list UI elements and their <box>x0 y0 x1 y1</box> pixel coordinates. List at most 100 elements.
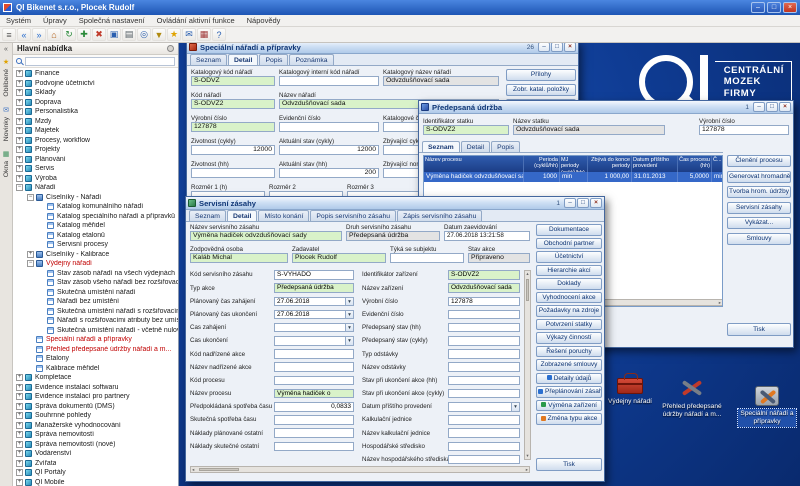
tree-item[interactable]: Servis <box>13 164 178 174</box>
field-input[interactable]: S-ODVZ <box>191 76 275 86</box>
tab-oblibene[interactable]: ★ Oblíbené <box>3 59 10 97</box>
tree-expander-icon[interactable] <box>16 89 23 96</box>
close-button[interactable]: × <box>779 102 791 112</box>
back-icon[interactable]: « <box>17 28 31 41</box>
dropdown-arrow-icon[interactable] <box>345 324 353 332</box>
desktop-icon-specialni-naradi[interactable]: Speciální nářadí a přípravky <box>738 386 796 427</box>
tab-novinky[interactable]: ✉ Novinky <box>3 107 10 141</box>
minimize-button[interactable]: – <box>753 102 765 112</box>
side-button[interactable]: Hierarchie akcí <box>536 265 602 277</box>
side-button[interactable]: Obchodní partner <box>536 238 602 250</box>
field-value[interactable] <box>448 362 520 372</box>
field-value[interactable]: Odvzdušňovací sada <box>448 283 520 293</box>
tree-item[interactable]: Nářadí <box>13 183 178 193</box>
field-value[interactable] <box>274 428 354 438</box>
tab[interactable]: Detail <box>228 54 259 65</box>
tree-expander-icon[interactable] <box>27 251 34 258</box>
fields-vertical-scrollbar[interactable] <box>524 270 531 460</box>
field-input[interactable]: 12000 <box>279 145 379 155</box>
maximize-button[interactable]: □ <box>767 2 781 13</box>
tree-expander-icon[interactable] <box>16 70 23 77</box>
field-value[interactable]: S-ODVZ2 <box>448 270 520 280</box>
field-value[interactable]: 27.06.2018 <box>274 297 354 307</box>
field-value[interactable] <box>274 336 354 346</box>
field-input[interactable]: Kaláb Michal <box>190 253 288 263</box>
tree-item[interactable]: Kompletace <box>13 373 178 383</box>
close-button[interactable]: × <box>590 198 602 208</box>
tree-item[interactable]: QI Portály <box>13 468 178 478</box>
desktop-icon-prehled-udrzby[interactable]: Přehled předepsané údržby nářadí a m... <box>660 377 724 420</box>
tree-expander-icon[interactable] <box>16 412 23 419</box>
side-button[interactable]: Přeplánování zásahu <box>536 386 602 398</box>
close-button[interactable]: × <box>783 2 797 13</box>
side-button[interactable]: Účetnictví <box>536 251 602 263</box>
tree-item[interactable]: Správa dokumentů (DMS) <box>13 402 178 412</box>
field-value[interactable] <box>448 442 520 452</box>
field-value[interactable] <box>448 389 520 399</box>
field-input[interactable] <box>279 76 379 86</box>
maximize-button[interactable]: □ <box>766 102 778 112</box>
side-button[interactable]: Zobr. katal. položky <box>506 84 576 96</box>
tree-item[interactable]: Doprava <box>13 98 178 108</box>
tree-item[interactable]: Správa nemovitostí <box>13 430 178 440</box>
tree-expander-icon[interactable] <box>16 80 23 87</box>
tree-expander-icon[interactable] <box>16 403 23 410</box>
tree-expander-icon[interactable] <box>16 137 23 144</box>
dropdown-arrow-icon[interactable] <box>345 311 353 319</box>
tab[interactable]: Poznámka <box>289 54 333 65</box>
tree-item[interactable]: Číselníky - Nářadí <box>13 193 178 203</box>
tree-item[interactable]: Servisní procesy <box>13 240 178 250</box>
tree-item[interactable]: Skutečná umístění nářadí <box>13 288 178 298</box>
tree-expander-icon[interactable] <box>27 194 34 201</box>
new-record-icon[interactable]: ✚ <box>77 28 91 41</box>
column-header[interactable]: Č... <box>712 156 723 172</box>
tab[interactable]: Zápis servisního zásahu <box>397 210 482 221</box>
field-value[interactable] <box>448 428 520 438</box>
field-input[interactable]: 12000 <box>191 145 275 155</box>
menu-icon[interactable]: ≡ <box>2 28 16 41</box>
field-value[interactable] <box>448 349 520 359</box>
menu-item[interactable]: Úpravy <box>37 16 73 25</box>
side-button[interactable]: Vyhodnocení akce <box>536 292 602 304</box>
field-value[interactable]: Výměna hadiček o <box>274 389 354 399</box>
tree-expander-icon[interactable] <box>16 441 23 448</box>
minimize-button[interactable]: – <box>751 2 765 13</box>
tree-item[interactable]: Katalog etalonů <box>13 231 178 241</box>
field-value[interactable] <box>274 362 354 372</box>
tab[interactable]: Detail <box>461 141 490 152</box>
tree-item[interactable]: Skutečná umístění nářadí s rozšiřovacím.… <box>13 307 178 317</box>
tree-item[interactable]: Personalistika <box>13 107 178 117</box>
field-input[interactable]: S-ODVZ2 <box>423 125 509 135</box>
field-value[interactable]: 0,0833 <box>274 402 354 412</box>
side-button[interactable]: Požadavky na zdroje <box>536 305 602 317</box>
forward-icon[interactable]: » <box>32 28 46 41</box>
field-input[interactable]: 200 <box>279 168 379 178</box>
field-value[interactable] <box>274 415 354 425</box>
field-value[interactable] <box>448 376 520 386</box>
main-titlebar[interactable]: QI Bikenet s.r.o., Plocek Rudolf – □ × <box>0 0 800 15</box>
tree-item[interactable]: Etalony <box>13 354 178 364</box>
field-value[interactable] <box>448 310 520 320</box>
field-input[interactable]: Připraveno <box>468 253 530 263</box>
delete-record-icon[interactable]: ✖ <box>92 28 106 41</box>
desktop-icon-vydejny[interactable]: Výdejny nářadí <box>602 378 658 407</box>
tab[interactable]: Seznam <box>189 210 226 221</box>
field-value[interactable] <box>448 455 520 465</box>
tree-item[interactable]: QI Mobile <box>13 478 178 486</box>
filter-icon[interactable]: ▼ <box>152 28 166 41</box>
field-value[interactable] <box>274 376 354 386</box>
tree-expander-icon[interactable] <box>16 146 23 153</box>
side-button[interactable]: Servisní zásahy <box>727 202 791 214</box>
side-button[interactable]: Řešení poruchy <box>536 346 602 358</box>
column-header[interactable]: Čas procesu (hh) <box>678 156 712 172</box>
field-input[interactable]: S-ODVZ2 <box>191 99 275 109</box>
tree-item[interactable]: Stav zásob všeho nářadí bez rozšiřovacíc… <box>13 278 178 288</box>
menu-search-input[interactable] <box>25 57 175 66</box>
tree-item[interactable]: Mzdy <box>13 117 178 127</box>
tree-item[interactable]: Vodárenství <box>13 449 178 459</box>
side-button[interactable]: Detaily údajů <box>536 373 602 385</box>
side-button[interactable]: Dokumentace <box>536 224 602 236</box>
tree-expander-icon[interactable] <box>16 374 23 381</box>
table-row-selected[interactable]: Výměna hadiček odvzdušňovací sady1000min… <box>424 172 722 182</box>
window-titlebar[interactable]: Servisní zásahy 1 – □ × <box>186 197 604 210</box>
